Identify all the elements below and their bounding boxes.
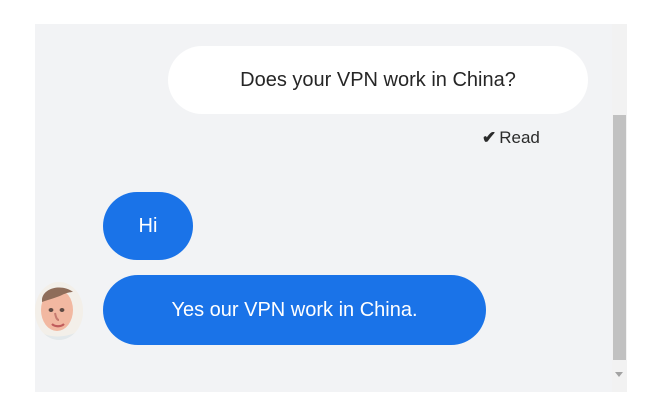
outgoing-message-bubble: Does your VPN work in China? <box>168 46 588 114</box>
outgoing-message-text: Does your VPN work in China? <box>240 68 516 91</box>
read-status-label: Read <box>499 128 540 147</box>
incoming-message-bubble-2: Yes our VPN work in China. <box>103 275 486 345</box>
read-receipt: ✔ Read <box>482 128 540 148</box>
chat-scrollbar-thumb[interactable] <box>613 115 626 360</box>
incoming-message-text-2: Yes our VPN work in China. <box>171 298 418 321</box>
incoming-message-bubble-1: Hi <box>103 192 193 260</box>
incoming-message-text-1: Hi <box>138 214 158 237</box>
scroll-down-arrow-icon[interactable] <box>615 372 623 377</box>
check-icon: ✔ <box>482 128 497 147</box>
agent-avatar <box>35 282 83 340</box>
